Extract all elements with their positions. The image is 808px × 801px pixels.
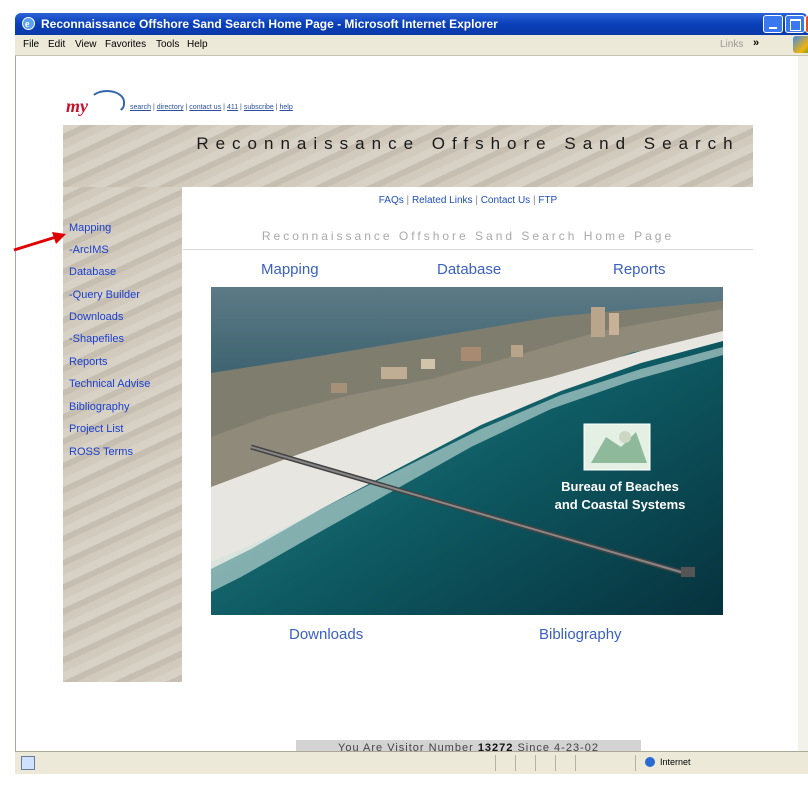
menu-favorites[interactable]: Favorites (105, 39, 146, 50)
link-bibliography[interactable]: Bibliography (539, 626, 622, 643)
minimize-button[interactable] (763, 15, 783, 33)
subnav-faqs[interactable]: FAQs (379, 195, 404, 206)
sidebar-item-arcims[interactable]: -ArcIMS (69, 244, 109, 256)
link-database[interactable]: Database (437, 261, 501, 278)
aerial-beach-photo (211, 287, 723, 615)
internet-zone-icon (645, 757, 655, 767)
myflorida-swoosh-icon (89, 90, 125, 114)
subnav-contact-us[interactable]: Contact Us (481, 195, 530, 206)
sidebar-item-downloads[interactable]: Downloads (69, 311, 123, 323)
subnav-separator: | (532, 195, 536, 206)
svg-text:e: e (25, 19, 30, 30)
aerial-photo-illustration (211, 287, 723, 615)
sidebar-item-mapping[interactable]: Mapping (69, 222, 111, 234)
top-link-411[interactable]: 411 (227, 104, 238, 111)
top-link-help[interactable]: help (280, 104, 293, 111)
top-link-contact-us[interactable]: contact us (189, 104, 221, 111)
sidebar-item-technical-advise[interactable]: Technical Advise (69, 378, 150, 390)
links-chevron-icon[interactable]: » (753, 37, 759, 49)
top-link-directory[interactable]: directory (157, 104, 184, 111)
bureau-label-line2: and Coastal Systems (554, 497, 686, 512)
link-reports[interactable]: Reports (613, 261, 666, 278)
heading-divider (183, 249, 753, 250)
myflorida-logo[interactable]: my (66, 96, 88, 117)
sidebar-item-reports[interactable]: Reports (69, 356, 108, 368)
sidebar-item-query-builder[interactable]: -Query Builder (69, 289, 140, 301)
maximize-button[interactable] (785, 15, 805, 33)
window-title: Reconnaissance Offshore Sand Search Home… (41, 17, 498, 31)
link-downloads[interactable]: Downloads (289, 626, 363, 643)
sidebar-item-project-list[interactable]: Project List (69, 423, 123, 435)
status-divider (555, 755, 556, 771)
menu-help[interactable]: Help (187, 39, 208, 50)
links-toolbar[interactable]: Links (720, 39, 743, 50)
subnav-ftp[interactable]: FTP (538, 195, 557, 206)
menu-view[interactable]: View (75, 39, 97, 50)
top-link-search[interactable]: search (130, 104, 151, 111)
menu-file[interactable]: File (23, 39, 39, 50)
status-divider (575, 755, 576, 771)
top-link-subscribe[interactable]: subscribe (244, 104, 274, 111)
top-links: search | directory | contact us | 411 | … (130, 104, 293, 111)
ie-icon: e (22, 17, 35, 30)
status-divider (495, 755, 496, 771)
link-mapping[interactable]: Mapping (261, 261, 319, 278)
screenshot: e Reconnaissance Offshore Sand Search Ho… (0, 0, 808, 801)
security-zone-label: Internet (660, 757, 691, 767)
bureau-label-line1: Bureau of Beaches (561, 479, 679, 494)
status-divider (635, 755, 636, 771)
status-bar: Internet (15, 751, 808, 774)
subnav-separator: | (406, 195, 410, 206)
annotation-arrow-icon (13, 232, 66, 252)
sidebar-item-bibliography[interactable]: Bibliography (69, 401, 130, 413)
subnav: FAQs | Related Links | Contact Us | FTP (183, 195, 753, 206)
title-bar[interactable]: e Reconnaissance Offshore Sand Search Ho… (15, 13, 808, 35)
windows-logo-icon (793, 36, 808, 53)
sidebar-item-shapefiles[interactable]: -Shapefiles (69, 333, 124, 345)
sidebar-item-database[interactable]: Database (69, 266, 116, 278)
subnav-related-links[interactable]: Related Links (412, 195, 473, 206)
status-divider (515, 755, 516, 771)
menu-edit[interactable]: Edit (48, 39, 65, 50)
menu-bar: File Edit View Favorites Tools Help Link… (15, 35, 808, 56)
sidebar-item-ross-terms[interactable]: ROSS Terms (69, 446, 133, 458)
subnav-separator: | (475, 195, 478, 206)
page-heading: Reconnaissance Offshore Sand Search Home… (261, 229, 675, 243)
page-status-icon (21, 756, 35, 770)
page-title: Reconnaissance Offshore Sand Search (196, 134, 740, 153)
status-divider (535, 755, 536, 771)
menu-tools[interactable]: Tools (156, 39, 179, 50)
vertical-scrollbar[interactable] (798, 56, 808, 751)
